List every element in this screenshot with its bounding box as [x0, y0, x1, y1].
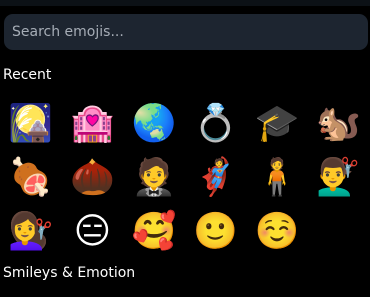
- moon-viewing-ceremony-emoji: 🎑: [8, 103, 54, 144]
- expressionless-face-emoji: 😑: [73, 211, 112, 252]
- emoji-button-superhero[interactable]: 🦸: [185, 151, 247, 205]
- emoji-button-person-in-tuxedo[interactable]: 🤵: [123, 151, 185, 205]
- emoji-button-man-getting-haircut[interactable]: 💇‍♂️: [308, 151, 370, 205]
- emoji-button-person-standing[interactable]: 🧍: [246, 151, 308, 205]
- smiling-face-with-hearts-emoji: 🥰: [131, 211, 177, 252]
- emoji-button-chipmunk[interactable]: 🐿️: [308, 97, 370, 151]
- emoji-button-slightly-smiling-face[interactable]: 🙂: [185, 205, 247, 259]
- emoji-button-moon-viewing-ceremony[interactable]: 🎑: [0, 97, 62, 151]
- meat-on-bone-emoji: 🍖: [8, 157, 54, 198]
- man-getting-haircut-emoji: 💇‍♂️: [316, 157, 362, 198]
- chestnut-emoji: 🌰: [69, 157, 115, 198]
- superhero-emoji: 🦸: [193, 157, 238, 198]
- emoji-button-expressionless-face[interactable]: 😑: [62, 205, 124, 259]
- emoji-button-smiling-face-with-hearts[interactable]: 🥰: [123, 205, 185, 259]
- emoji-button-globe-asia-australia[interactable]: 🌏: [123, 97, 185, 151]
- emoji-button-love-hotel[interactable]: 🏩: [62, 97, 124, 151]
- love-hotel-emoji: 🏩: [69, 103, 115, 144]
- emoji-button-graduation-cap[interactable]: 🎓: [246, 97, 308, 151]
- slightly-smiling-face-emoji: 🙂: [193, 211, 238, 252]
- search-input[interactable]: [12, 14, 368, 50]
- emoji-button-meat-on-bone[interactable]: 🍖: [0, 151, 62, 205]
- chipmunk-emoji: 🐿️: [316, 103, 362, 144]
- person-in-tuxedo-emoji: 🤵: [131, 157, 177, 198]
- person-standing-emoji: 🧍: [254, 157, 300, 198]
- globe-asia-australia-emoji: 🌏: [131, 103, 177, 144]
- emoji-button-woman-getting-haircut[interactable]: 💇‍♀️: [0, 205, 62, 259]
- search-box[interactable]: [4, 14, 368, 50]
- emoji-button-chestnut[interactable]: 🌰: [62, 151, 124, 205]
- recent-emoji-grid: 🎑 🏩 🌏 💍 🎓 🐿️ 🍖 🌰 🤵 🦸 🧍 💇‍♂️ 💇‍♀️ 😑 🥰 🙂 ☺️: [0, 97, 370, 259]
- woman-getting-haircut-emoji: 💇‍♀️: [8, 211, 54, 252]
- section-title-smileys: Smileys & Emotion: [3, 265, 136, 281]
- section-title-recent: Recent: [3, 67, 52, 83]
- ring-emoji: 💍: [193, 103, 238, 144]
- emoji-button-smiling-face[interactable]: ☺️: [246, 205, 308, 259]
- emoji-button-ring[interactable]: 💍: [185, 97, 247, 151]
- top-strip: [0, 0, 370, 6]
- smiling-face-emoji: ☺️: [254, 211, 300, 252]
- graduation-cap-emoji: 🎓: [254, 103, 300, 144]
